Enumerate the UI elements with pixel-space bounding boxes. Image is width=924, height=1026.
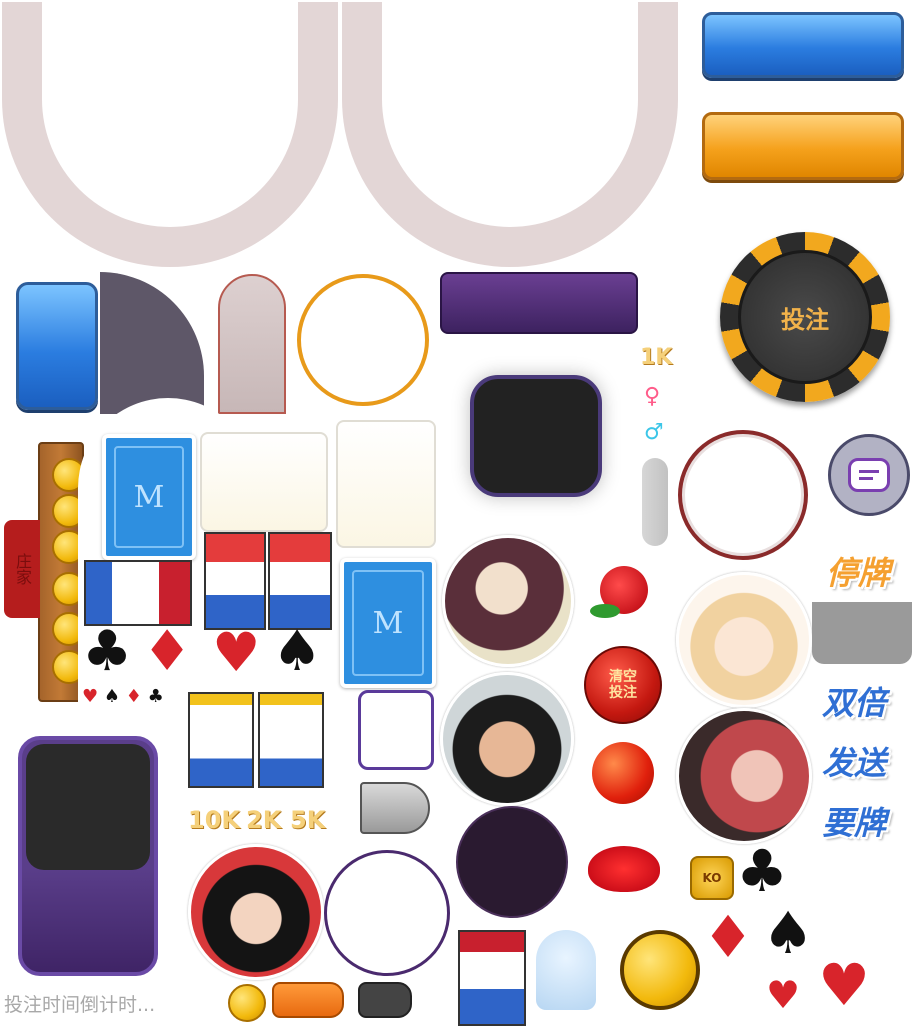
ko-badge: KO xyxy=(690,856,734,900)
chip-value-2k: 2K xyxy=(246,806,282,834)
card-back-2: M xyxy=(340,558,436,688)
chip-value-1k: 1K xyxy=(640,345,673,370)
purple-panel xyxy=(18,736,158,976)
blue-square-button[interactable] xyxy=(16,282,98,410)
dealer-tab-label: 庄家 xyxy=(13,553,32,585)
dark-circle xyxy=(456,806,568,918)
purple-ring xyxy=(324,850,450,976)
card-back-1: M xyxy=(102,434,196,560)
arch-frame-left xyxy=(2,2,338,267)
toggle-track[interactable] xyxy=(642,458,668,546)
clear-bet-button[interactable]: 清空投注 xyxy=(584,646,662,724)
queen-figure xyxy=(268,532,332,630)
stand-label[interactable]: 停牌 xyxy=(826,548,890,594)
bet-chip-button[interactable]: 投注 xyxy=(720,232,890,402)
bet-chip-label: 投注 xyxy=(781,305,829,334)
rose-icon[interactable] xyxy=(590,566,660,628)
king-figure-2 xyxy=(188,692,254,788)
jack-figure-2 xyxy=(458,930,526,1026)
orange-button[interactable] xyxy=(702,112,904,180)
spade-icon: ♠ xyxy=(272,619,323,684)
clear-bet-label: 清空投注 xyxy=(609,669,637,701)
club-icon: ♣ xyxy=(82,619,133,684)
male-icon: ♂ xyxy=(644,420,664,445)
purple-bar xyxy=(440,272,638,334)
king-figure xyxy=(204,532,266,630)
pill-frame xyxy=(218,274,286,414)
arch-frame-right xyxy=(342,2,678,267)
small-frame xyxy=(358,690,434,770)
avatar-woman[interactable] xyxy=(188,844,324,980)
chip-value-10k: 10K xyxy=(188,806,240,834)
small-coin-icon xyxy=(228,984,266,1022)
diamond-icon: ♦ xyxy=(142,619,193,684)
avatar-pink-hair-girl[interactable] xyxy=(676,708,812,844)
heart-icon-large: ♥ xyxy=(818,951,870,1019)
orange-tag xyxy=(272,982,344,1018)
chat-bubble-icon xyxy=(848,458,890,492)
gold-coin xyxy=(620,930,700,1010)
tomato-icon[interactable] xyxy=(592,742,654,804)
chat-button[interactable] xyxy=(828,434,910,516)
avatar-ring xyxy=(678,430,808,560)
club-icon-2: ♣ xyxy=(736,837,788,905)
blank-card-1 xyxy=(200,432,328,532)
diamond-icon-2: ♦ xyxy=(702,903,754,971)
lips-icon[interactable] xyxy=(588,846,660,892)
small-suits-row: ♥ ♠ ♦ ♣ xyxy=(82,686,164,707)
double-label[interactable]: 双倍 xyxy=(822,678,886,724)
spade-icon-2: ♠ xyxy=(762,899,814,967)
heart-icon: ♥ xyxy=(212,621,261,684)
dark-tile xyxy=(470,375,602,497)
dark-tag xyxy=(358,982,412,1018)
dealer-tab: 庄家 xyxy=(4,520,40,618)
avatar-anime-boy[interactable] xyxy=(442,535,574,667)
chip-value-5k: 5K xyxy=(290,806,326,834)
avatar-bunny-girl[interactable] xyxy=(676,572,812,708)
countdown-text: 投注时间倒计时... xyxy=(4,994,156,1016)
ghost-icon[interactable] xyxy=(536,930,596,1010)
send-label[interactable]: 发送 xyxy=(822,738,886,784)
queen-figure-2 xyxy=(258,692,324,788)
grey-tab xyxy=(812,602,912,664)
orange-ring xyxy=(297,274,429,406)
female-icon: ♀ xyxy=(644,384,661,409)
speaker-icon[interactable] xyxy=(360,782,430,834)
blue-button[interactable] xyxy=(702,12,904,78)
hit-label[interactable]: 要牌 xyxy=(822,798,886,844)
avatar-glasses-man[interactable] xyxy=(440,672,574,806)
panel-quarter-shape xyxy=(100,272,204,414)
jack-figure xyxy=(84,560,192,626)
blank-card-2 xyxy=(336,420,436,548)
heart-icon-small: ♥ xyxy=(766,973,801,1017)
